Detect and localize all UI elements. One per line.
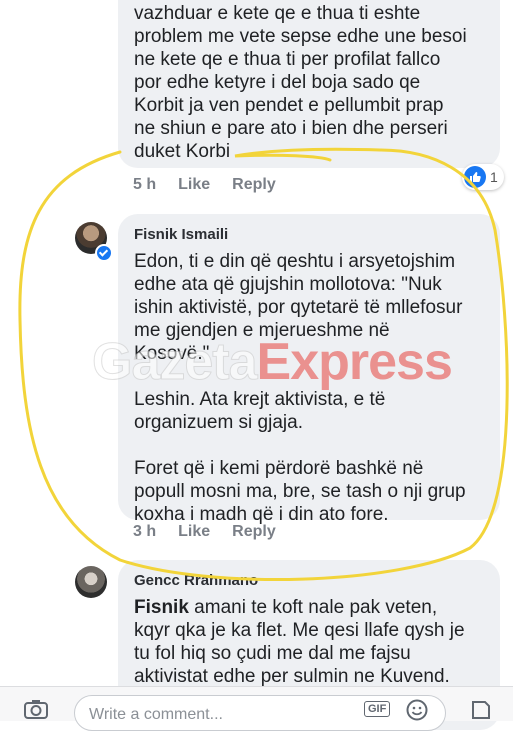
camera-icon[interactable] — [24, 699, 48, 724]
sticker-icon[interactable] — [470, 699, 492, 726]
comment-input[interactable]: Write a comment... — [74, 695, 446, 731]
comment-composer: Write a comment... GIF — [0, 686, 513, 731]
gif-icon[interactable]: GIF — [364, 701, 391, 717]
emoji-icon[interactable] — [406, 699, 428, 726]
highlight-annotation — [18, 147, 509, 582]
